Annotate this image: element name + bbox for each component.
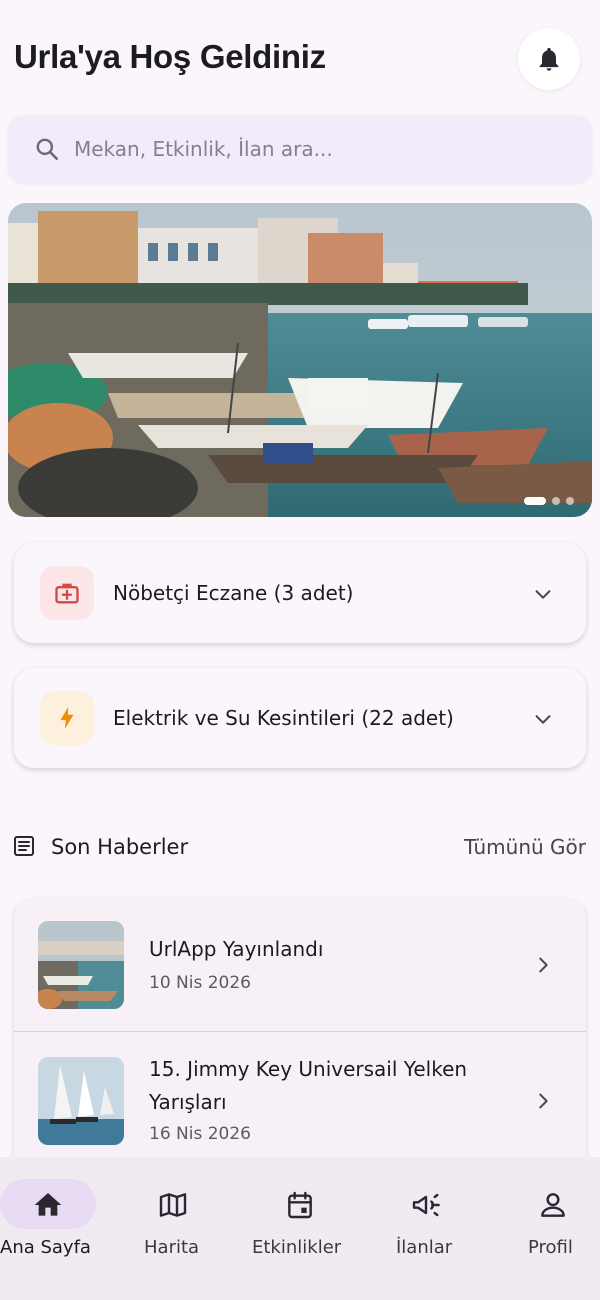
notifications-button[interactable]: [518, 28, 580, 90]
outages-accordion[interactable]: Elektrik ve Su Kesintileri (22 adet): [14, 668, 586, 768]
news-item[interactable]: 15. Jimmy Key Universail Yelken Yarışlar…: [14, 1032, 586, 1164]
person-icon: [541, 1193, 565, 1217]
harbor-photo: [8, 203, 592, 517]
map-icon: [159, 1193, 187, 1217]
nav-label: Harita: [144, 1237, 200, 1258]
article-icon: [14, 836, 34, 856]
pharmacy-label: Nöbetçi Eczane (3 adet): [113, 581, 354, 605]
carousel-dot[interactable]: [524, 497, 546, 505]
outages-icon-container: [40, 691, 94, 745]
nav-item-home[interactable]: Ana Sayfa: [0, 1157, 96, 1300]
pharmacy-icon-container: [40, 566, 94, 620]
home-icon: [34, 1193, 62, 1216]
nav-label: Ana Sayfa: [0, 1237, 91, 1258]
search-bar[interactable]: [8, 115, 592, 183]
news-section-header: Son Haberler Tümünü Gör: [0, 826, 600, 866]
news-date: 10 Nis 2026: [149, 973, 251, 993]
first-aid-kit-icon: [55, 583, 79, 604]
nav-item-map[interactable]: Harita: [130, 1157, 220, 1300]
app-header: Urla'ya Hoş Geldiniz: [0, 0, 600, 110]
banner-carousel[interactable]: [8, 203, 592, 517]
bottom-navigation: Ana Sayfa Harita Etkinlikler İlanlar Pro…: [0, 1157, 600, 1300]
news-title: UrlApp Yayınlandı: [149, 937, 324, 961]
section-title: Son Haberler: [51, 835, 189, 859]
search-icon: [34, 136, 60, 162]
chevron-right-icon: [539, 1093, 548, 1109]
pharmacy-accordion[interactable]: Nöbetçi Eczane (3 adet): [14, 543, 586, 643]
bell-icon: [539, 47, 559, 71]
carousel-dot[interactable]: [566, 497, 574, 505]
nav-item-listings[interactable]: İlanlar: [390, 1157, 470, 1300]
carousel-indicator: [524, 497, 574, 505]
chevron-down-icon: [535, 590, 551, 599]
nav-label: İlanlar: [396, 1237, 453, 1258]
news-item[interactable]: UrlApp Yayınlandı 10 Nis 2026: [14, 899, 586, 1032]
nav-item-profile[interactable]: Profil: [520, 1157, 590, 1300]
outages-label: Elektrik ve Su Kesintileri (22 adet): [113, 706, 454, 730]
nav-label: Profil: [528, 1237, 573, 1258]
lightning-bolt-icon: [60, 707, 74, 729]
search-input[interactable]: [74, 129, 554, 169]
news-thumbnail: [38, 921, 124, 1009]
nav-item-events[interactable]: Etkinlikler: [248, 1157, 352, 1300]
news-thumbnail: [38, 1057, 124, 1145]
chevron-down-icon: [535, 715, 551, 724]
megaphone-icon: [412, 1193, 440, 1217]
nav-label: Etkinlikler: [252, 1237, 342, 1258]
news-list: UrlApp Yayınlandı 10 Nis 2026 15. Jimmy …: [14, 899, 586, 1169]
chevron-right-icon: [539, 957, 548, 973]
carousel-dot[interactable]: [552, 497, 560, 505]
see-all-link[interactable]: Tümünü Gör: [464, 835, 586, 859]
page-title: Urla'ya Hoş Geldiniz: [14, 38, 326, 75]
calendar-icon: [288, 1191, 312, 1219]
news-date: 16 Nis 2026: [149, 1124, 251, 1144]
news-title: 15. Jimmy Key Universail Yelken Yarışlar…: [149, 1057, 468, 1114]
